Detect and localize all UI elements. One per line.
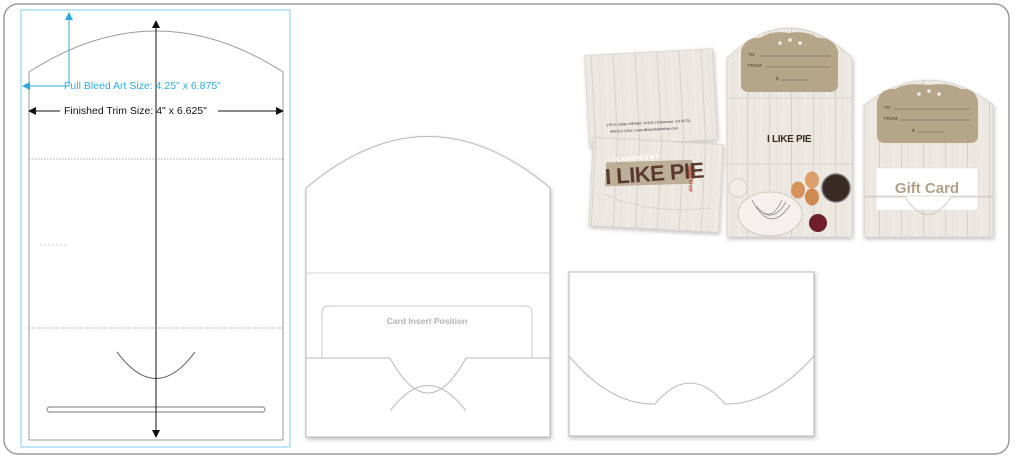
tall-tag-amount: $ (776, 76, 779, 81)
cherries (809, 214, 827, 232)
chocolate-bowl (821, 173, 851, 203)
card-insert-label: Card Insert Position (386, 316, 468, 326)
tall-pocket-brand: I LIKE PIE (767, 134, 812, 145)
bleed-size-label: Full Bleed Art Size: 4.25" x 6.875" (64, 80, 221, 92)
bleed-value-text: 4.25" x 6.875" (155, 80, 221, 92)
trim-size-label: Finished Trim Size: 4" x 6.625" (64, 105, 207, 117)
short-tag-from: FROM: (884, 116, 899, 121)
template-diagram (20, 9, 291, 448)
short-tag-to: TO: (884, 105, 892, 110)
mockup-frame: Full Bleed Art Size: 4.25" x 6.875" Fini… (0, 0, 1015, 460)
short-tag-amount: $ (912, 128, 915, 133)
mockup-canvas (3, 3, 1010, 455)
flour-cup (728, 178, 748, 198)
short-pocket-photo (863, 79, 994, 238)
egg (805, 188, 819, 206)
trim-value-text: 4" x 6.625" (156, 105, 207, 117)
gift-card-label: Gift Card (894, 180, 960, 197)
flat-pocket-closed (568, 271, 815, 437)
tall-tag-from: FROM: (748, 63, 763, 68)
trim-label-text: Finished Trim Size: (64, 105, 154, 117)
card-insert-outline (321, 305, 533, 358)
tall-pocket-photo (726, 27, 853, 238)
flat-pocket-open (305, 136, 551, 438)
tall-tag-to: TO: (748, 52, 756, 57)
egg (805, 171, 819, 189)
bleed-label-text: Full Bleed Art Size: (64, 80, 153, 92)
kraft-tag (877, 84, 978, 143)
egg (791, 181, 805, 199)
